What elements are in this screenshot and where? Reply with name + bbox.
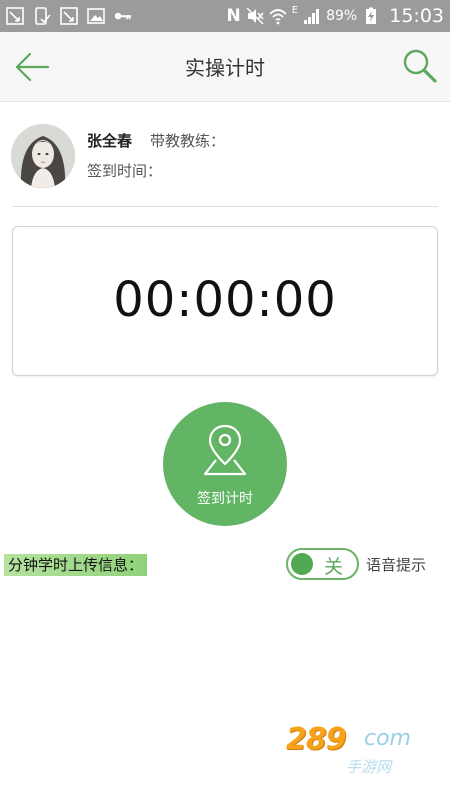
watermark-brand: 289 xyxy=(286,722,347,757)
battery-charging-icon xyxy=(362,7,380,25)
avatar[interactable] xyxy=(11,124,75,188)
watermark-suffix: com xyxy=(364,726,411,751)
search-button[interactable] xyxy=(402,48,438,84)
profile-section: 张全春 带教教练： 签到时间： xyxy=(0,102,450,208)
mute-icon xyxy=(246,7,264,25)
signal-icon xyxy=(303,7,321,25)
watermark-logo: 289 com 手游网 xyxy=(286,722,436,780)
checkin-timer-button[interactable]: 签到计时 xyxy=(163,402,287,526)
watermark-subtitle: 手游网 xyxy=(346,758,392,776)
wifi-icon xyxy=(269,7,287,25)
voice-prompt-label: 语音提示 xyxy=(366,556,427,574)
timer-display: 00:00:00 xyxy=(12,226,438,376)
app-header: 实操计时 xyxy=(0,32,450,102)
voice-prompt-toggle[interactable]: 关 xyxy=(286,548,359,580)
page-title: 实操计时 xyxy=(185,56,265,80)
download-icon xyxy=(60,7,78,25)
student-name: 张全春 xyxy=(87,132,133,150)
image-icon xyxy=(87,7,105,25)
battery-percent: 89% xyxy=(326,8,358,24)
nfc-indicator: N xyxy=(226,6,241,26)
status-time: 15:03 xyxy=(389,5,444,27)
toggle-knob xyxy=(291,553,313,575)
toggle-state-text: 关 xyxy=(324,556,344,578)
checkin-time-label: 签到时间： xyxy=(87,162,163,180)
status-bar: N E 89% 15:03 xyxy=(0,0,450,32)
coach-label: 带教教练： xyxy=(150,132,226,150)
key-icon xyxy=(114,7,132,25)
download-icon xyxy=(6,7,24,25)
upload-info-label: 分钟学时上传信息： xyxy=(4,554,148,576)
divider xyxy=(12,206,438,207)
timer-value: 00:00:00 xyxy=(113,272,337,328)
checkin-button-label: 签到计时 xyxy=(197,491,253,507)
data-type-indicator: E xyxy=(291,4,299,16)
location-pin-icon xyxy=(203,424,247,476)
search-icon xyxy=(403,49,437,83)
phone-check-icon xyxy=(33,7,51,25)
